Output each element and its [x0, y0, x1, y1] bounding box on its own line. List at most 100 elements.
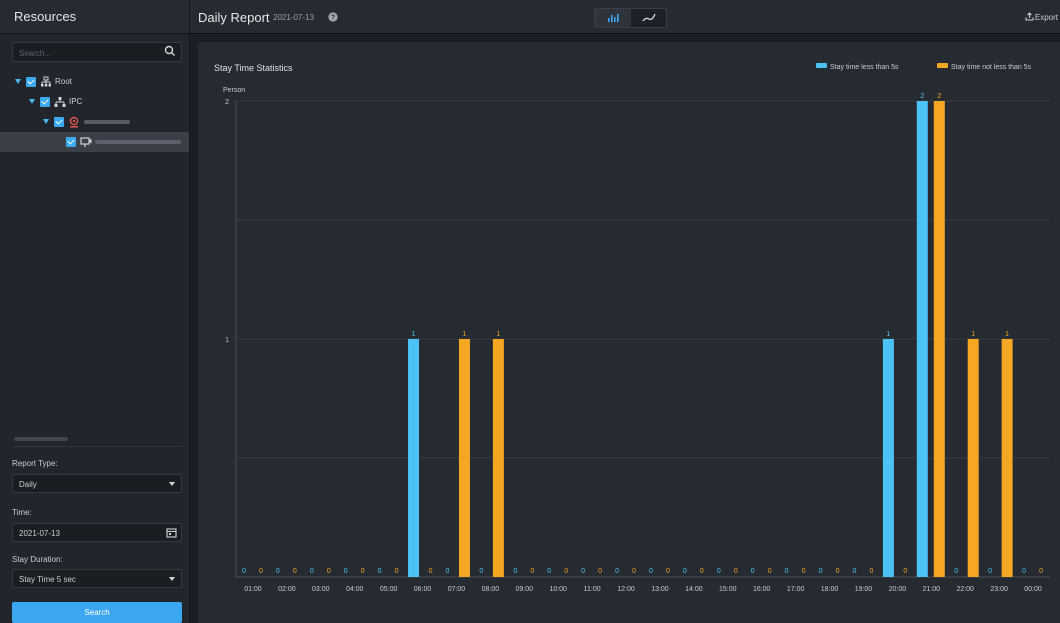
legend-label: Stay time not less than 5s — [951, 64, 1032, 71]
export-icon — [1025, 12, 1034, 21]
data-label: 1 — [971, 331, 975, 338]
expand-caret-icon[interactable] — [15, 79, 21, 84]
expand-caret-icon[interactable] — [43, 119, 49, 124]
search-icon[interactable] — [164, 45, 176, 57]
x-tick-label: 22:00 — [956, 586, 974, 593]
data-label: 0 — [479, 568, 483, 575]
x-tick-label: 11:00 — [584, 586, 601, 593]
search-button[interactable]: Search — [12, 602, 182, 623]
svg-text:?: ? — [331, 15, 335, 22]
time-date-picker[interactable]: 2021-07-13 — [12, 523, 182, 542]
stay-duration-label: Stay Duration: — [12, 555, 63, 564]
data-label: 0 — [1039, 568, 1043, 575]
data-label: 0 — [802, 568, 806, 575]
x-tick-label: 03:00 — [312, 586, 330, 593]
data-label: 0 — [700, 568, 704, 575]
data-label: 0 — [751, 568, 755, 575]
x-tick-label: 16:00 — [753, 586, 771, 593]
calendar-icon[interactable] — [166, 527, 177, 538]
data-label: 0 — [547, 568, 551, 575]
data-bar — [458, 339, 470, 577]
data-label: 0 — [293, 568, 297, 575]
y-tick-label: 1 — [225, 337, 229, 344]
legend-swatch — [816, 63, 827, 68]
line-view-button[interactable] — [631, 9, 667, 27]
data-label: 0 — [666, 568, 670, 575]
x-tick-label: 13:00 — [651, 586, 669, 593]
x-tick-label: 14:00 — [685, 586, 703, 593]
checkbox-checked-icon[interactable] — [66, 137, 76, 147]
data-label: 0 — [768, 568, 772, 575]
expand-caret-icon[interactable] — [29, 99, 35, 104]
x-tick-label: 10:00 — [549, 586, 567, 593]
checkbox-checked-icon[interactable] — [40, 97, 50, 107]
tree-node-label: IPC — [69, 97, 83, 106]
data-label: 0 — [564, 568, 568, 575]
checkbox-checked-icon[interactable] — [54, 117, 64, 127]
x-tick-label: 09:00 — [516, 586, 534, 593]
x-tick-label: 18:00 — [821, 586, 839, 593]
data-label: 0 — [276, 568, 280, 575]
sidebar-title: Resources — [0, 0, 189, 34]
data-bar — [882, 339, 894, 577]
data-label: 0 — [853, 568, 857, 575]
section-divider — [12, 446, 182, 447]
data-label: 0 — [632, 568, 636, 575]
x-tick-label: 05:00 — [380, 586, 398, 593]
data-label: 0 — [327, 568, 331, 575]
tree-horizontal-scrollbar[interactable] — [14, 437, 68, 441]
tree-node-root[interactable]: Root — [0, 72, 189, 92]
data-label: 0 — [954, 568, 958, 575]
tree-node-channel[interactable] — [0, 132, 189, 152]
data-label: 0 — [734, 568, 738, 575]
resource-search-box[interactable] — [12, 42, 182, 63]
report-main: Daily Report 2021-07-13 ? Export Stay Ti… — [190, 0, 1060, 623]
x-tick-label: 06:00 — [414, 586, 432, 593]
data-bar — [1001, 339, 1013, 577]
export-button[interactable]: Export — [1025, 12, 1058, 22]
stay-duration-select[interactable]: Stay Time 5 sec — [12, 569, 182, 588]
data-bar — [492, 339, 504, 577]
data-label: 0 — [242, 568, 246, 575]
x-tick-label: 20:00 — [889, 586, 907, 593]
chevron-down-icon — [169, 577, 175, 581]
data-label: 0 — [429, 568, 433, 575]
page-title: Daily Report — [198, 10, 270, 25]
bar-view-button[interactable] — [595, 9, 631, 27]
data-label: 1 — [496, 331, 500, 338]
x-tick-label: 04:00 — [346, 586, 364, 593]
report-type-select[interactable]: Daily — [12, 474, 182, 493]
tree-node-ipc[interactable]: IPC — [0, 92, 189, 112]
x-tick-label: 19:00 — [855, 586, 873, 593]
data-bar — [408, 339, 420, 577]
data-bar — [933, 101, 945, 577]
resource-search-input[interactable] — [13, 44, 153, 63]
x-tick-label: 12:00 — [617, 586, 635, 593]
data-label: 0 — [903, 568, 907, 575]
x-tick-label: 01:00 — [244, 586, 262, 593]
data-label: 0 — [649, 568, 653, 575]
x-tick-label: 17:00 — [787, 586, 805, 593]
data-label: 0 — [1022, 568, 1026, 575]
data-label: 0 — [310, 568, 314, 575]
x-tick-label: 08:00 — [482, 586, 500, 593]
checkbox-checked-icon[interactable] — [26, 77, 36, 87]
organization-icon — [41, 76, 51, 87]
data-label: 0 — [717, 568, 721, 575]
data-label: 0 — [259, 568, 263, 575]
report-header: Daily Report 2021-07-13 ? Export — [190, 0, 1060, 34]
app-window: Resources Root — [0, 0, 1060, 623]
stay-duration-value: Stay Time 5 sec — [19, 575, 76, 584]
data-label: 0 — [785, 568, 789, 575]
data-label: 1 — [463, 331, 467, 338]
data-label: 0 — [344, 568, 348, 575]
data-label: 0 — [683, 568, 687, 575]
help-icon[interactable]: ? — [328, 12, 338, 22]
export-label: Export — [1034, 13, 1058, 22]
redacted-name-placeholder — [95, 140, 181, 144]
chart-panel: Stay Time Statistics Person 1 2 Stay time le… — [198, 42, 1060, 623]
data-label: 0 — [530, 568, 534, 575]
tree-node-device[interactable] — [0, 112, 189, 132]
data-label: 0 — [870, 568, 874, 575]
device-group-icon — [54, 97, 66, 107]
